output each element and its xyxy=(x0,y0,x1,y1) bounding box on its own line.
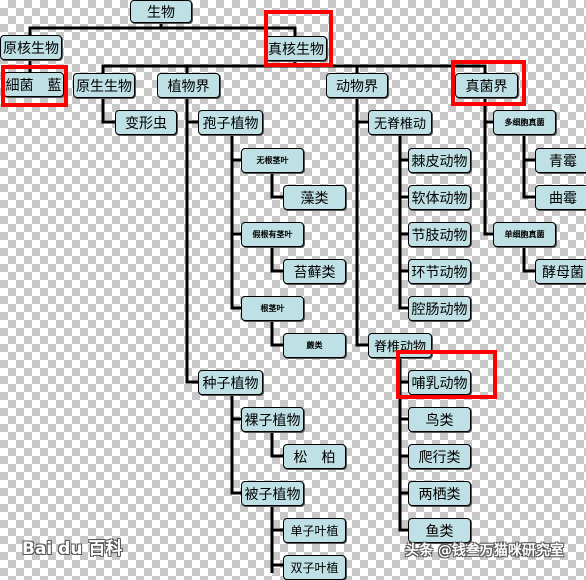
node-reptile: 爬行类 xyxy=(408,444,471,469)
node-pseudo-root: 假根有茎叶 xyxy=(241,222,304,247)
node-protist: 原生生物 xyxy=(73,73,135,98)
node-animal: 动物界 xyxy=(326,73,388,98)
node-root: 生物 xyxy=(130,0,192,23)
node-yeast: 酵母菌 xyxy=(535,259,586,284)
node-invertebrate: 无脊椎动 xyxy=(368,110,432,135)
node-plant: 植物界 xyxy=(157,73,220,98)
node-annelid: 环节动物 xyxy=(408,259,471,284)
node-pine: 松 柏 xyxy=(283,444,346,469)
node-arthropod: 节肢动物 xyxy=(408,222,471,247)
node-echinoderm: 棘皮动物 xyxy=(408,148,471,173)
node-prokaryote: 原核生物 xyxy=(0,35,62,60)
highlight-fungi xyxy=(451,60,526,106)
node-unicell-fungi: 单细胞真菌 xyxy=(493,222,556,247)
node-monocot: 单子叶植 xyxy=(283,518,346,543)
node-no-root: 无根茎叶 xyxy=(241,148,304,173)
node-penicillium: 青霉 xyxy=(535,148,586,173)
node-dicot: 双子叶植 xyxy=(283,555,346,580)
node-algae: 藻类 xyxy=(283,185,346,210)
node-gymnosperm: 裸子植物 xyxy=(241,407,304,432)
node-multicell-fungi: 多细胞真菌 xyxy=(493,110,556,135)
node-moss: 苔藓类 xyxy=(283,259,346,284)
toutiao-watermark: 头条 @钱叁万猫咪研究室 xyxy=(405,543,564,559)
highlight-eukaryote xyxy=(264,10,333,67)
node-mollusk: 软体动物 xyxy=(408,185,471,210)
node-amoeba: 变形虫 xyxy=(115,110,177,135)
node-root-stem-leaf: 根茎叶 xyxy=(241,296,304,321)
node-spore-plant: 孢子植物 xyxy=(198,110,263,135)
node-coelenterate: 腔肠动物 xyxy=(408,296,471,321)
highlight-bacteria xyxy=(1,65,68,107)
node-amphibian: 两栖类 xyxy=(408,481,471,506)
node-fern: 蕨类 xyxy=(283,333,346,358)
node-seed-plant: 种子植物 xyxy=(198,370,263,395)
node-aspergillus: 曲霉 xyxy=(535,185,586,210)
highlight-mammal xyxy=(396,350,497,399)
baidu-watermark: Bai du 百科 xyxy=(22,539,123,559)
node-angiosperm: 被子植物 xyxy=(241,481,304,506)
node-bird: 鸟类 xyxy=(408,407,471,432)
